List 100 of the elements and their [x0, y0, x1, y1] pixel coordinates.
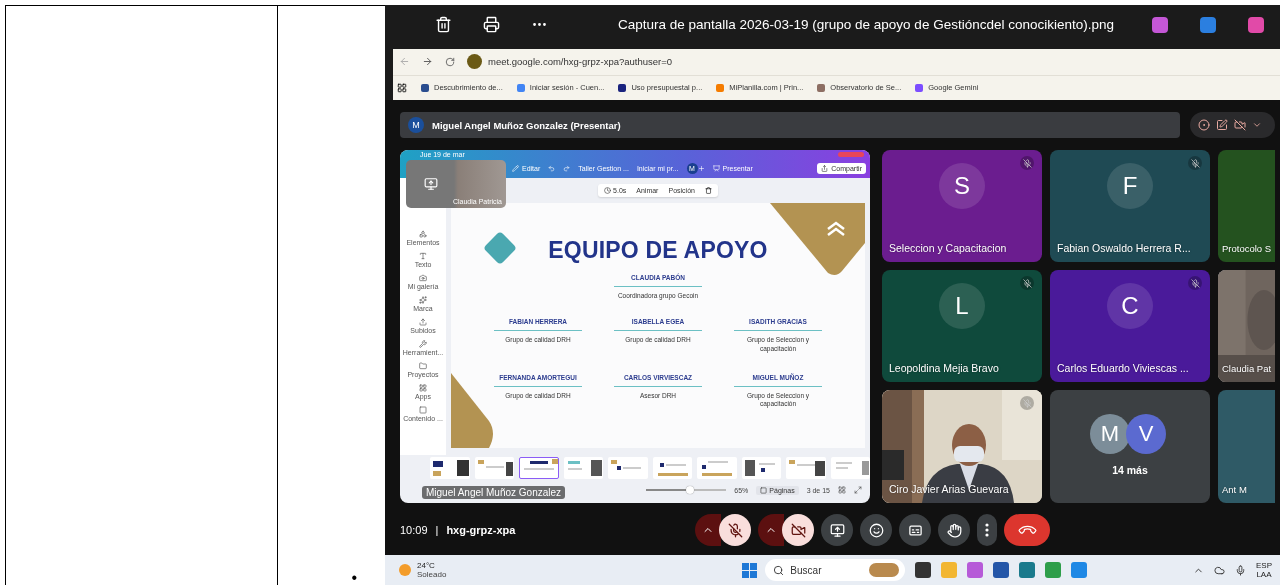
slide-thumbnail[interactable]	[474, 457, 514, 480]
participant-tile[interactable]: M V 14 más	[1050, 390, 1210, 504]
participant-name: Leopoldina Mejia Bravo	[889, 362, 999, 375]
battery-icon	[838, 151, 864, 157]
search-highlight-icon	[869, 563, 900, 578]
language-indicator[interactable]: ESP LAA	[1256, 561, 1272, 580]
window-title: Captura de pantalla 2026-03-19 (grupo de apoyo de Gestióncdel conocikiento).png	[616, 17, 1115, 33]
avatar: L	[939, 283, 985, 330]
caret-button[interactable]	[758, 514, 784, 547]
raise-hand-button[interactable]	[938, 514, 970, 547]
add-icon[interactable]	[697, 164, 705, 172]
edit-icon[interactable]	[1216, 119, 1228, 132]
grid-icon[interactable]	[838, 486, 846, 495]
emoji-button[interactable]	[860, 514, 892, 547]
hand-icon	[946, 522, 962, 538]
avatar: S	[939, 163, 985, 210]
app-icon[interactable]	[915, 562, 932, 579]
participant-tile[interactable]: L Leopoldina Mejia Bravo	[882, 270, 1042, 383]
app-icon[interactable]	[1248, 16, 1264, 33]
address-bar[interactable]: meet.google.com/hxg-grpz-xpa?authuser=0	[488, 56, 673, 68]
participant-name: Ant M	[1222, 484, 1247, 496]
delete-icon[interactable]	[704, 187, 712, 195]
participant-name: Protocolo S	[1222, 243, 1272, 255]
captions-icon	[907, 522, 923, 538]
fullscreen-icon[interactable]	[854, 486, 862, 495]
slide-thumbnail[interactable]	[430, 457, 470, 480]
camera-icon	[419, 274, 427, 283]
present-icon	[424, 177, 438, 192]
cloud-icon[interactable]	[1214, 564, 1225, 576]
shapes-icon	[419, 230, 427, 239]
separator: |	[435, 524, 439, 537]
participant-tile[interactable]: C Carlos Eduardo Viviescas ...	[1050, 270, 1210, 383]
slide-thumbnail[interactable]	[741, 457, 781, 480]
avatar: C	[1107, 283, 1153, 330]
camera-off-icon[interactable]	[1234, 119, 1246, 132]
presenter-name: Miguel Angel Muñoz Gonzalez	[422, 486, 566, 500]
weather-label: Soleado	[417, 570, 447, 580]
slide-thumbnail[interactable]	[519, 457, 559, 480]
present-icon	[829, 522, 845, 538]
forward-icon[interactable]	[422, 56, 433, 68]
wrench-icon	[419, 340, 427, 349]
participant-count: 14 más	[1111, 464, 1149, 477]
grid-icon	[419, 384, 427, 393]
participant-tile[interactable]: S Seleccion y Capacitacion	[882, 150, 1042, 263]
app-icon[interactable]	[1200, 16, 1216, 33]
more-icon	[985, 523, 989, 538]
caret-button[interactable]	[695, 514, 721, 547]
participant-tile[interactable]: Claudia Pat	[1218, 270, 1275, 383]
leave-call-button[interactable]	[1004, 514, 1050, 547]
search-icon	[773, 564, 785, 576]
participant-name: Claudia Pat	[1222, 363, 1272, 375]
app-icon[interactable]	[1152, 16, 1168, 33]
share-icon	[821, 164, 829, 172]
zoom-slider[interactable]	[646, 489, 727, 492]
slide-thumbnail[interactable]	[830, 457, 870, 480]
square-icon	[419, 406, 427, 415]
participant-tile[interactable]: Protocolo S	[1218, 150, 1275, 263]
start-button[interactable]	[742, 562, 758, 578]
app-icon[interactable]	[993, 562, 1010, 579]
camera-off-icon	[790, 522, 806, 538]
record-icon[interactable]	[1198, 119, 1210, 132]
page-icon	[760, 486, 768, 494]
pencil-icon	[512, 164, 519, 172]
slide-thumbnail[interactable]	[786, 457, 826, 480]
sparkles-icon	[419, 296, 427, 305]
participant-tile[interactable]: Ciro Javier Arias Guevara	[882, 390, 1042, 504]
temperature: 24°C	[417, 561, 436, 571]
camera-button[interactable]	[782, 514, 814, 547]
reload-icon[interactable]	[445, 56, 455, 67]
slide-title: EQUIPO DE APOYO	[548, 237, 768, 265]
participant-tile[interactable]: Ant M	[1218, 390, 1275, 504]
meeting-time: 10:09	[400, 524, 428, 537]
search-field[interactable]: Buscar	[765, 559, 906, 582]
captions-button[interactable]	[899, 514, 931, 547]
apps-icon[interactable]	[397, 82, 407, 93]
meeting-code: hxg-grpz-xpa	[446, 524, 516, 537]
upload-icon	[419, 318, 427, 327]
presentation-icon	[712, 164, 720, 172]
smiley-icon	[868, 522, 884, 538]
slide-thumbnail[interactable]	[563, 457, 603, 480]
microphone-button[interactable]	[719, 514, 751, 547]
more-button[interactable]	[977, 514, 997, 547]
avatar: V	[1126, 414, 1166, 455]
microphone-off-icon	[727, 522, 743, 538]
slider-thumb[interactable]	[686, 486, 695, 495]
participant-name: Carlos Eduardo Viviescas ...	[1057, 362, 1189, 375]
participant-name: Ciro Javier Arias Guevara	[889, 483, 1009, 496]
avatar: M	[408, 117, 424, 134]
text-icon	[419, 252, 427, 261]
slide-thumbnail[interactable]	[652, 457, 692, 480]
participant-name: Seleccion y Capacitacion	[889, 242, 1007, 255]
present-button[interactable]	[821, 514, 853, 547]
slide-thumbnail[interactable]	[697, 457, 737, 480]
bullet: •	[351, 571, 357, 585]
microphone-icon[interactable]	[1235, 564, 1246, 576]
presenter-label: Miguel Angel Muñoz Gonzalez (Presentar)	[432, 119, 621, 131]
slide-thumbnail[interactable]	[608, 457, 648, 480]
participant-tile[interactable]: F Fabian Oswaldo Herrera R...	[1050, 150, 1210, 263]
avatar: M	[1090, 414, 1130, 455]
weather-icon	[399, 564, 411, 577]
